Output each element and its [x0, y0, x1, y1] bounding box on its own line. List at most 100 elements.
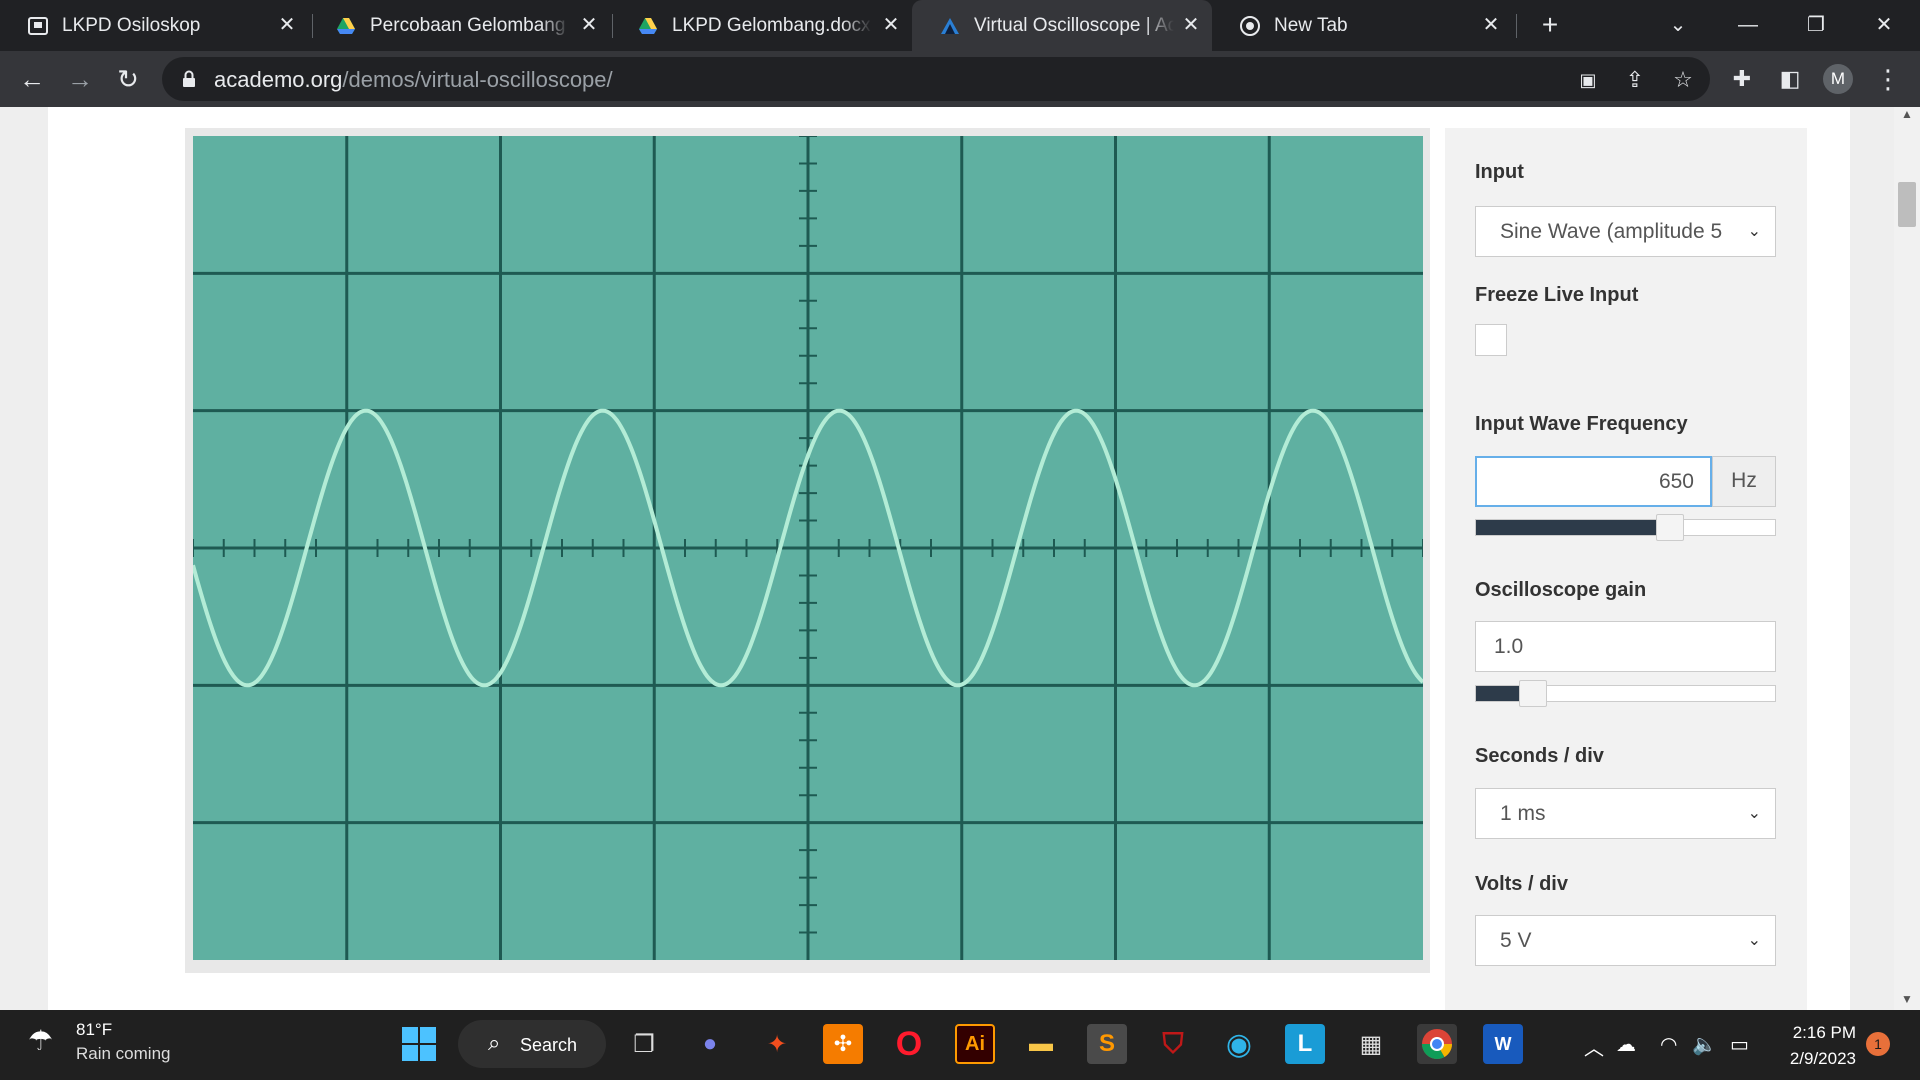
gain-slider-handle[interactable] [1518, 680, 1547, 707]
sublime-text-icon[interactable]: S [1087, 1024, 1127, 1064]
volts-per-div-value: 5 V [1500, 929, 1532, 952]
chevron-down-icon: ⌄ [1747, 805, 1761, 822]
windows-start-icon[interactable] [399, 1024, 439, 1064]
mcafee-icon[interactable]: ⛉ [1153, 1024, 1193, 1064]
url-domain: academo.org [214, 67, 343, 92]
umbrella-rain-icon: ☂ [28, 1025, 54, 1056]
minimize-icon[interactable]: — [1726, 8, 1770, 42]
tab-virtual-oscilloscope[interactable]: Virtual Oscilloscope | Academo ✕ [912, 0, 1212, 51]
gain-label: Oscilloscope gain [1475, 579, 1647, 601]
bookmark-star-icon[interactable]: ☆ [1670, 67, 1696, 93]
volume-icon[interactable]: 🔈 [1692, 1032, 1717, 1057]
scrollbar-thumb[interactable] [1898, 182, 1916, 227]
close-window-icon[interactable]: ✕ [1862, 8, 1906, 42]
blocked-popup-icon[interactable]: ▣ [1575, 67, 1601, 93]
freeze-label: Freeze Live Input [1475, 284, 1639, 306]
freeze-checkbox[interactable] [1475, 324, 1507, 356]
close-tab-icon[interactable]: ✕ [1480, 14, 1502, 36]
wifi-icon[interactable]: ◠ [1660, 1032, 1677, 1057]
scroll-down-arrow-icon[interactable]: ▼ [1901, 992, 1913, 1006]
chrome-taskbar-icon[interactable] [1417, 1024, 1457, 1064]
input-select-value: Sine Wave (amplitude 5 [1500, 220, 1723, 243]
extensions-puzzle-icon[interactable]: ✚ [1724, 61, 1760, 97]
google-drive-icon [336, 16, 356, 36]
document-icon [28, 16, 48, 36]
input-label: Input [1475, 161, 1524, 183]
chrome-icon [1240, 15, 1260, 36]
tab-lkpd-osiloskop[interactable]: LKPD Osiloskop ✕ [0, 0, 308, 51]
forward-arrow-icon[interactable]: → [62, 61, 98, 97]
clock-date: 2/9/2023 [1789, 1049, 1856, 1068]
side-panel-icon[interactable]: ◧ [1772, 61, 1808, 97]
close-tab-icon[interactable]: ✕ [578, 14, 600, 36]
google-drive-icon [638, 16, 658, 36]
url-path: /demos/virtual-oscilloscope/ [342, 67, 613, 92]
clock-time: 2:16 PM [1792, 1023, 1856, 1042]
task-view-icon[interactable]: ❐ [624, 1024, 664, 1064]
close-tab-icon[interactable]: ✕ [880, 14, 902, 36]
tab-title: LKPD Osiloskop [62, 14, 201, 36]
onedrive-cloud-icon[interactable]: ☁ [1616, 1032, 1636, 1057]
profile-initial: M [1823, 64, 1853, 94]
tab-percobaan-gelombang[interactable]: Percobaan Gelombang .pdf ✕ [308, 0, 610, 51]
control-panel: Input Sine Wave (amplitude 5 ⌄ Freeze Li… [1445, 128, 1807, 1010]
gain-input[interactable]: 1.0 [1475, 621, 1776, 672]
taskbar: ☂ 81°F Rain coming ⌕ Search ❐ ● ✦ ✣ O Ai… [0, 1010, 1920, 1080]
frequency-unit: Hz [1712, 456, 1776, 507]
scroll-up-arrow-icon[interactable]: ▲ [1901, 107, 1913, 121]
frequency-label: Input Wave Frequency [1475, 413, 1688, 435]
url-text: academo.org/demos/virtual-oscilloscope/ [214, 67, 613, 93]
tab-title: LKPD Gelombang.docx - Google [672, 14, 872, 36]
tab-title: Percobaan Gelombang .pdf [370, 14, 570, 36]
figma-icon[interactable]: ✦ [757, 1024, 797, 1064]
back-arrow-icon[interactable]: ← [14, 61, 50, 97]
reload-icon[interactable]: ↻ [110, 61, 146, 97]
volts-per-div-select[interactable]: 5 V ⌄ [1475, 915, 1776, 966]
frequency-slider-handle[interactable] [1656, 514, 1685, 541]
weather-temperature: 81°F [76, 1020, 113, 1039]
address-bar[interactable]: academo.org/demos/virtual-oscilloscope/ … [162, 57, 1710, 101]
search-icon: ⌕ [488, 1030, 501, 1055]
close-tab-icon[interactable]: ✕ [276, 14, 298, 36]
frequency-slider-fill [1476, 520, 1671, 535]
page-viewport: Input Sine Wave (amplitude 5 ⌄ Freeze Li… [0, 107, 1920, 1010]
page-scrollbar[interactable]: ▲ ▼ [1894, 107, 1920, 1010]
opera-icon[interactable]: O [889, 1024, 929, 1064]
browser-toolbar: ← → ↻ academo.org/demos/virtual-oscillos… [0, 51, 1920, 107]
restore-icon[interactable]: ❐ [1794, 8, 1838, 42]
frequency-input[interactable]: 650 [1475, 456, 1712, 507]
microsoft-store-icon[interactable]: ▦ [1351, 1024, 1391, 1064]
seconds-per-div-value: 1 ms [1500, 802, 1546, 825]
edge-icon[interactable]: ◉ [1219, 1024, 1259, 1064]
tab-new-tab[interactable]: New Tab ✕ [1212, 0, 1512, 51]
xampp-icon[interactable]: ✣ [823, 1024, 863, 1064]
taskbar-search[interactable]: ⌕ Search [458, 1020, 606, 1068]
share-icon[interactable]: ⇪ [1622, 67, 1648, 93]
weather-description: Rain coming [76, 1044, 171, 1063]
battery-icon[interactable]: ▭ [1730, 1032, 1749, 1057]
oscilloscope-grid [193, 136, 1423, 960]
clock[interactable]: 2:16 PM 2/9/2023 [1770, 1020, 1856, 1072]
show-hidden-icons-chevron-icon[interactable]: ︿ [1584, 1032, 1604, 1061]
oscilloscope-screen [193, 136, 1423, 960]
teams-chat-icon[interactable]: ● [690, 1024, 730, 1064]
profile-avatar[interactable]: M [1820, 61, 1856, 97]
tab-title: Virtual Oscilloscope | Academo [974, 14, 1174, 36]
tab-separator [1516, 14, 1517, 38]
frequency-slider[interactable] [1475, 514, 1776, 541]
file-explorer-icon[interactable]: ▬ [1021, 1024, 1061, 1064]
input-select[interactable]: Sine Wave (amplitude 5 ⌄ [1475, 206, 1776, 257]
search-label: Search [520, 1035, 578, 1055]
tab-lkpd-gelombang-docx[interactable]: LKPD Gelombang.docx - Google ✕ [610, 0, 912, 51]
new-tab-plus-icon[interactable]: + [1528, 8, 1572, 42]
notification-badge[interactable]: 1 [1866, 1032, 1890, 1056]
academo-icon [940, 16, 960, 36]
menu-kebab-icon[interactable]: ⋮ [1870, 61, 1906, 97]
seconds-per-div-select[interactable]: 1 ms ⌄ [1475, 788, 1776, 839]
l-app-icon[interactable]: L [1285, 1024, 1325, 1064]
close-tab-icon[interactable]: ✕ [1180, 14, 1202, 36]
tab-search-chevron-icon[interactable]: ⌄ [1656, 8, 1700, 42]
word-icon[interactable]: W [1483, 1024, 1523, 1064]
gain-slider[interactable] [1475, 680, 1776, 707]
illustrator-icon[interactable]: Ai [955, 1024, 995, 1064]
